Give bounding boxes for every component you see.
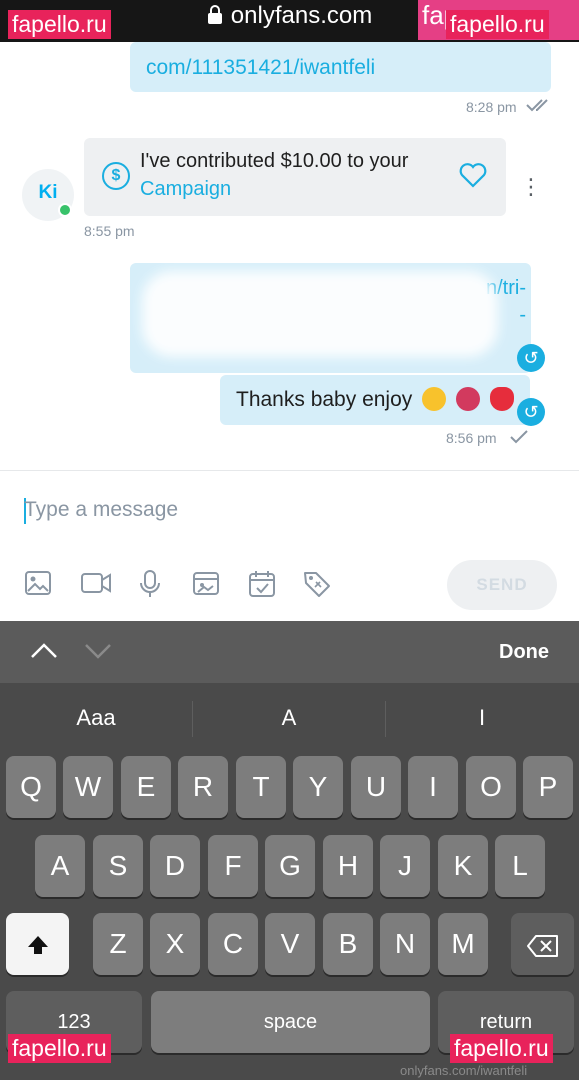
suggestion-3[interactable]: I [386, 705, 578, 731]
message-time: 8:28 pm [466, 99, 517, 115]
heart-eyes-emoji-icon [422, 387, 447, 411]
message-text: Thanks baby enjoy [236, 387, 514, 412]
message-time: 8:55 pm [84, 223, 135, 239]
chevron-up-icon[interactable] [30, 639, 58, 667]
watermark-bottom-left: fapello.ru [8, 1034, 111, 1063]
more-options-icon[interactable]: ⋮ [520, 176, 542, 198]
image-icon[interactable] [24, 569, 54, 597]
price-tag-icon[interactable] [302, 569, 332, 597]
suggestion-1[interactable]: Aaa [0, 705, 192, 731]
url-text: onlyfans.com [230, 2, 373, 29]
suggestion-2[interactable]: A [193, 705, 385, 731]
double-check-icon [526, 98, 552, 115]
watermark-bottom-right: fapello.ru [450, 1034, 553, 1063]
key[interactable]: J [380, 835, 430, 897]
key[interactable]: S [93, 835, 143, 897]
calendar-check-icon[interactable] [248, 569, 278, 597]
key[interactable]: R [178, 756, 228, 818]
chevron-down-icon[interactable] [84, 639, 112, 667]
key[interactable]: V [265, 913, 315, 975]
online-indicator [58, 203, 72, 217]
lock-icon [207, 4, 223, 32]
video-icon[interactable] [80, 569, 111, 597]
vault-media-icon[interactable] [192, 569, 222, 597]
backspace-key[interactable] [511, 913, 574, 975]
key[interactable]: I [408, 756, 458, 818]
footer-url-text: onlyfans.com/iwantfeli [400, 1063, 528, 1078]
key[interactable]: U [351, 756, 401, 818]
campaign-link[interactable]: Campaign [140, 178, 231, 201]
watermark-top-right: fapello.ru [446, 10, 549, 39]
outgoing-link-bubble[interactable]: n/tri- - [130, 263, 531, 373]
backspace-icon [526, 935, 558, 957]
outgoing-link-bubble[interactable]: com/111351421/iwantfeli [130, 42, 551, 92]
reply-icon[interactable]: ↺ [517, 398, 545, 426]
key[interactable]: E [121, 756, 171, 818]
watermark-top-left: fapello.ru [8, 10, 111, 39]
kiss-emoji-icon [489, 387, 514, 411]
message-composer: SEND [0, 470, 579, 621]
shift-icon [27, 936, 48, 954]
incoming-tip-bubble[interactable]: $ I've contributed $10.00 to your Campai… [84, 138, 506, 216]
space-key[interactable]: space [151, 991, 430, 1053]
key[interactable]: C [208, 913, 258, 975]
microphone-icon[interactable] [136, 569, 166, 597]
key[interactable]: T [236, 756, 286, 818]
key[interactable]: W [63, 756, 113, 818]
send-button[interactable]: SEND [447, 560, 557, 610]
key[interactable]: B [323, 913, 373, 975]
message-time: 8:56 pm [446, 430, 497, 446]
shift-key[interactable] [6, 913, 69, 975]
message-input[interactable] [24, 495, 424, 525]
key[interactable]: Z [93, 913, 143, 975]
key[interactable]: F [208, 835, 258, 897]
key[interactable]: G [265, 835, 315, 897]
dollar-icon: $ [102, 162, 130, 190]
key[interactable]: H [323, 835, 373, 897]
done-button[interactable]: Done [499, 641, 549, 664]
key[interactable]: A [35, 835, 85, 897]
redaction-overlay [142, 271, 498, 357]
heart-icon[interactable] [458, 162, 488, 195]
key[interactable]: P [523, 756, 573, 818]
check-icon [510, 430, 528, 447]
keyboard: Aaa A I Q W E R T Y U I O P A S D F G H … [0, 683, 579, 1080]
tongue-emoji-icon [455, 387, 480, 411]
message-link[interactable]: com/111351421/iwantfeli [146, 56, 375, 80]
avatar-initials: Ki [38, 182, 58, 203]
key[interactable]: M [438, 913, 488, 975]
outgoing-message-bubble[interactable]: Thanks baby enjoy [220, 375, 530, 425]
key[interactable]: D [150, 835, 200, 897]
chat-thread[interactable]: com/111351421/iwantfeli 8:28 pm Ki $ I'v… [0, 42, 579, 470]
tip-text: I've contributed $10.00 to your [140, 150, 409, 172]
key[interactable]: L [495, 835, 545, 897]
key[interactable]: Y [293, 756, 343, 818]
key[interactable]: K [438, 835, 488, 897]
reply-icon[interactable]: ↺ [517, 344, 545, 372]
key[interactable]: N [380, 913, 430, 975]
keyboard-accessory-bar: Done [0, 621, 579, 683]
key[interactable]: O [466, 756, 516, 818]
key[interactable]: X [150, 913, 200, 975]
key[interactable]: Q [6, 756, 56, 818]
